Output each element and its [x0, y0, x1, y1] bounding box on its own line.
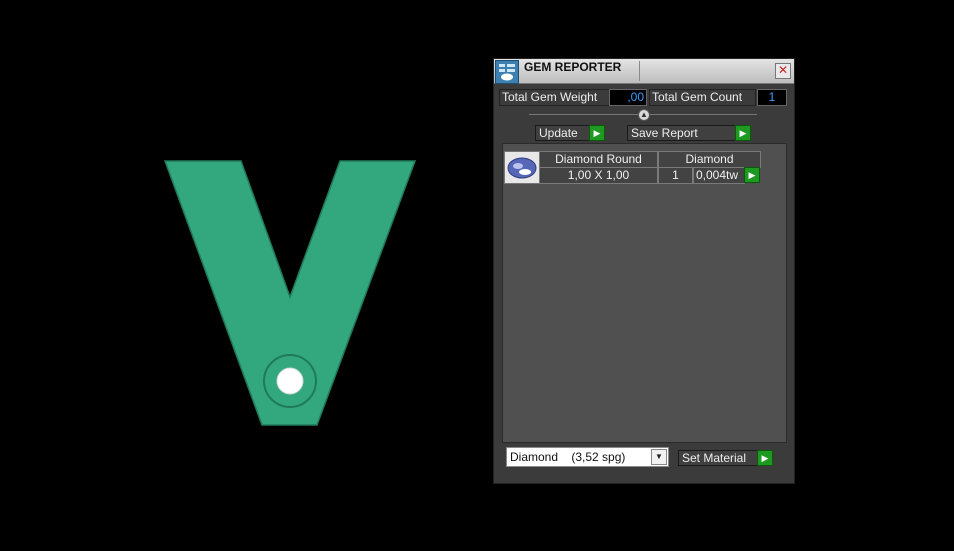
table-cell-size: 1,00 X 1,00: [539, 167, 658, 184]
update-go-button[interactable]: ▶: [589, 125, 605, 141]
panel-title: GEM REPORTER: [524, 60, 622, 74]
title-bar[interactable]: GEM REPORTER ✕: [494, 59, 794, 84]
set-material-button[interactable]: Set Material: [678, 450, 759, 466]
save-report-go-button[interactable]: ▶: [735, 125, 751, 141]
total-gem-count-label: Total Gem Count: [649, 89, 756, 106]
material-select[interactable]: Diamond (3,52 spg) ▼: [506, 447, 669, 467]
total-gem-weight-value: ,00: [609, 89, 647, 106]
gem-list-area[interactable]: Diamond Round Diamond 1,00 X 1,00 1 0,00…: [502, 143, 787, 443]
material-select-value: Diamond (3,52 spg): [510, 450, 626, 464]
viewport-3d[interactable]: [0, 0, 480, 548]
title-separator: [639, 61, 640, 81]
totals-row: Total Gem Weight ,00 Total Gem Count 1: [499, 89, 787, 106]
row-detail-go-button[interactable]: ▶: [744, 167, 760, 183]
gem-reporter-panel: GEM REPORTER ✕ Total Gem Weight ,00 Tota…: [493, 58, 795, 484]
table-header-material: Diamond: [658, 151, 761, 168]
arrow-right-icon: ▶: [739, 128, 747, 138]
table-cell-count: 1: [658, 167, 693, 184]
collapse-toggle-icon[interactable]: ▲: [638, 109, 650, 121]
close-icon[interactable]: ✕: [775, 63, 791, 79]
update-button[interactable]: Update: [535, 125, 595, 141]
gem-reporter-app-icon: [495, 60, 519, 84]
total-gem-weight-label: Total Gem Weight: [499, 89, 611, 106]
v-shape-model[interactable]: [0, 0, 480, 548]
gem-diamond-round: [276, 367, 304, 395]
arrow-right-icon: ▶: [593, 128, 601, 138]
save-report-button[interactable]: Save Report: [627, 125, 740, 141]
arrow-right-icon: ▶: [748, 170, 756, 180]
gem-thumbnail-icon: [504, 151, 540, 184]
set-material-go-button[interactable]: ▶: [757, 450, 773, 466]
table-cell-weight: 0,004tw: [693, 167, 745, 184]
arrow-right-icon: ▶: [761, 453, 769, 463]
total-gem-count-value: 1: [757, 89, 787, 106]
table-header-gem-type: Diamond Round: [539, 151, 658, 168]
chevron-down-icon[interactable]: ▼: [651, 449, 667, 465]
